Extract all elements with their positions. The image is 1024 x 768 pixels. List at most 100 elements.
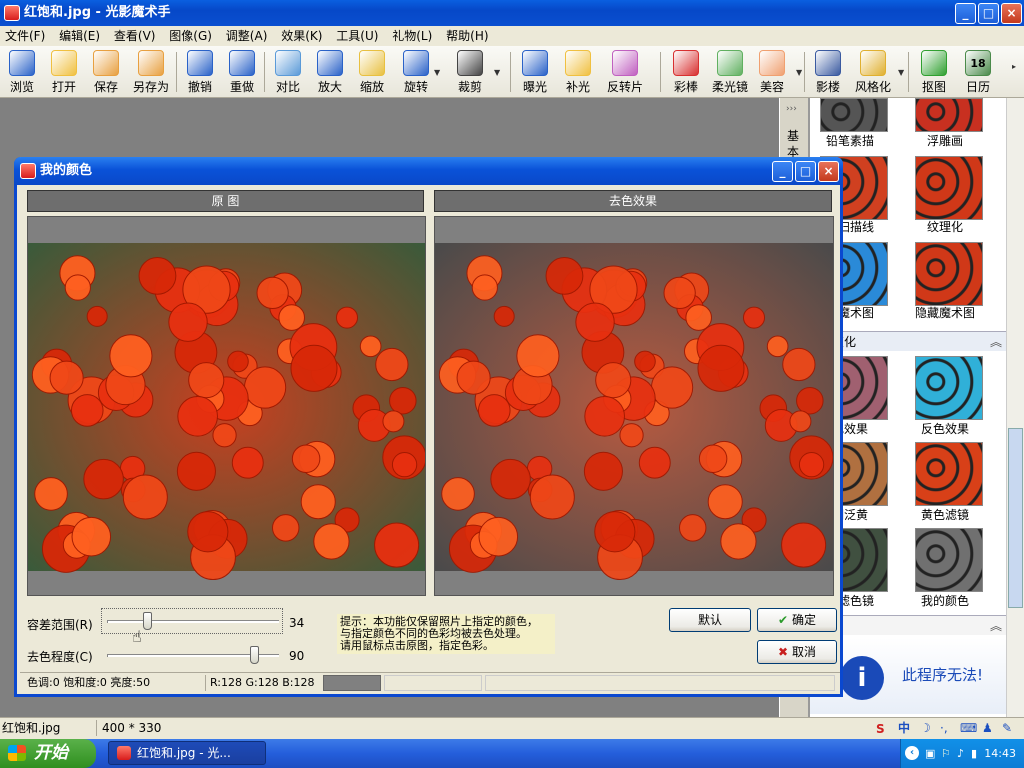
effect-thumbnail[interactable] xyxy=(915,98,983,132)
effect-thumbnail[interactable] xyxy=(915,356,983,420)
dialog-title-bar[interactable]: 我的颜色 _ □ × xyxy=(14,157,843,185)
effect-thumbnail[interactable] xyxy=(915,242,983,306)
effect-thumbnail-label[interactable]: 纹理化 xyxy=(900,218,990,235)
toolbar-button-14[interactable]: 彩棒 xyxy=(668,48,704,96)
toolbar-button-1[interactable]: 打开 xyxy=(46,48,82,96)
scroll-thumb[interactable] xyxy=(1008,428,1023,608)
taskbar-app-item[interactable]: 红饱和.jpg - 光... xyxy=(108,741,266,765)
effect-thumbnail[interactable] xyxy=(915,156,983,220)
menu-edit[interactable]: 编辑(E) xyxy=(54,26,105,46)
toolbar-button-2[interactable]: 保存 xyxy=(88,48,124,96)
toolbar-button-20[interactable]: 18 日历 xyxy=(958,48,998,96)
toolbar-button-8[interactable]: 缩放 xyxy=(354,48,390,96)
tray-network-icon[interactable]: ▣ xyxy=(925,739,935,768)
ime-logo-icon[interactable]: S xyxy=(876,719,885,739)
taskbar: 开始 红饱和.jpg - 光... ‹ ▣ ⚐ ♪ ▮ 14:43 xyxy=(0,739,1024,768)
menu-file[interactable]: 文件(F) xyxy=(0,26,50,46)
side-tab-basic[interactable]: 基本 xyxy=(787,128,803,160)
toolbar-button-12[interactable]: 补光 xyxy=(560,48,596,96)
hint-box: 提示：本功能仅保留照片上指定的颜色， 与指定颜色不同的色彩均被去色处理。 请用鼠… xyxy=(337,614,555,654)
ime-keyboard-icon[interactable]: ⌨ xyxy=(960,718,977,738)
effect-thumbnail[interactable] xyxy=(915,528,983,592)
toolbar-button-4[interactable]: 撤销 xyxy=(182,48,218,96)
minimize-button[interactable]: _ xyxy=(955,3,976,24)
status-hsl: 色调:0 饱和度:0 亮度:50 xyxy=(27,676,151,689)
desaturate-slider-thumb[interactable] xyxy=(249,646,259,664)
tolerance-slider-thumb[interactable] xyxy=(143,612,153,630)
menu-effects[interactable]: 效果(K) xyxy=(276,26,327,46)
toolbar-button-0[interactable]: 浏览 xyxy=(4,48,40,96)
ok-button[interactable]: ✔ 确定 xyxy=(757,608,837,632)
tray-signal-icon[interactable]: ▮ xyxy=(971,739,977,768)
menu-gifts[interactable]: 礼物(L) xyxy=(387,26,437,46)
dialog-close-button[interactable]: × xyxy=(818,161,839,182)
toolbar-button-13[interactable]: 反转片 xyxy=(602,48,648,96)
dialog-minimize-button[interactable]: _ xyxy=(772,161,793,182)
app-title-bar[interactable]: 红饱和.jpg - 光影魔术手 _ □ × xyxy=(0,0,1024,26)
menu-help[interactable]: 帮助(H) xyxy=(441,26,493,46)
toolbar-button-16[interactable]: 美容 xyxy=(754,48,790,96)
menu-image[interactable]: 图像(G) xyxy=(164,26,217,46)
effect-thumbnail-label[interactable]: 浮雕画 xyxy=(900,132,990,149)
flower-blossom xyxy=(583,451,623,491)
flower-blossom xyxy=(231,446,264,479)
expand-arrows-icon[interactable]: ››› xyxy=(786,104,797,114)
effect-photo xyxy=(435,243,833,581)
start-button[interactable]: 开始 xyxy=(0,739,96,768)
default-button[interactable]: 默认 xyxy=(669,608,751,632)
dropdown-arrow-icon[interactable]: ▼ xyxy=(898,68,904,77)
dialog-maximize-button[interactable]: □ xyxy=(795,161,816,182)
toolbar-button-5[interactable]: 重做 xyxy=(224,48,260,96)
toolbar-more-icon[interactable]: ▸ xyxy=(1012,62,1016,71)
toolbar-button-11[interactable]: 曝光 xyxy=(516,48,554,96)
original-photo[interactable] xyxy=(28,217,426,596)
picked-color-swatch xyxy=(323,675,381,691)
toolbar-button-label: 影楼 xyxy=(815,80,840,94)
flower-blossom xyxy=(389,386,417,415)
toolbar-button-18[interactable]: 风格化 xyxy=(850,48,896,96)
ime-punct-icon[interactable]: ·, xyxy=(940,718,948,738)
toolbar-button-15[interactable]: 柔光镜 xyxy=(710,48,750,96)
flower-blossom xyxy=(707,484,743,520)
tray-security-icon[interactable]: ⚐ xyxy=(941,739,951,768)
toolbar-button-17[interactable]: 影楼 xyxy=(810,48,846,96)
ime-chinese-mode[interactable]: 中 xyxy=(898,718,910,738)
tray-expand-icon[interactable]: ‹ xyxy=(905,746,919,760)
effect-thumbnail-label[interactable]: 隐藏魔术图 xyxy=(900,304,990,321)
effects-panel-scrollbar[interactable] xyxy=(1006,98,1024,717)
menu-adjust[interactable]: 调整(A) xyxy=(221,26,273,46)
effect-thumbnail-label[interactable]: 反色效果 xyxy=(900,420,990,437)
flower-blossom xyxy=(227,350,249,373)
effect-thumbnail-label[interactable]: 我的颜色 xyxy=(900,592,990,609)
toolbar-button-7[interactable]: 放大 xyxy=(312,48,348,96)
toolbar-button-19[interactable]: 抠图 xyxy=(914,48,954,96)
dropdown-arrow-icon[interactable]: ▼ xyxy=(796,68,802,77)
toolbar-button-9[interactable]: 旋转 xyxy=(398,48,434,96)
maximize-button[interactable]: □ xyxy=(978,3,999,24)
close-button[interactable]: × xyxy=(1001,3,1022,24)
status-empty-cell xyxy=(384,675,482,691)
toolbar-button-6[interactable]: 对比 xyxy=(270,48,306,96)
toolbar-button-label: 曝光 xyxy=(522,80,547,94)
toolbar-button-label: 风格化 xyxy=(854,80,891,94)
collapse-icon[interactable]: ︽ xyxy=(990,616,1002,636)
tray-volume-icon[interactable]: ♪ xyxy=(957,739,964,768)
ime-moon-icon[interactable]: ☽ xyxy=(920,718,931,738)
ime-user-icon[interactable]: ♟ xyxy=(982,718,993,738)
resize-icon xyxy=(359,50,385,76)
effect-thumbnail[interactable] xyxy=(820,98,888,132)
cancel-button[interactable]: ✖ 取消 xyxy=(757,640,837,664)
effect-thumbnail-label[interactable]: 黄色滤镜 xyxy=(900,506,990,523)
toolbar-button-3[interactable]: 另存为 xyxy=(128,48,174,96)
menu-view[interactable]: 查看(V) xyxy=(109,26,161,46)
ime-settings-icon[interactable]: ✎ xyxy=(1002,718,1012,738)
tolerance-slider-track[interactable] xyxy=(107,620,279,623)
collapse-icon[interactable]: ︽ xyxy=(990,332,1002,352)
original-image-pane[interactable] xyxy=(27,216,426,596)
menu-tools[interactable]: 工具(U) xyxy=(331,26,383,46)
effect-thumbnail-label[interactable]: 铅笔素描 xyxy=(805,132,895,149)
dropdown-arrow-icon[interactable]: ▼ xyxy=(494,68,500,77)
effect-thumbnail[interactable] xyxy=(915,442,983,506)
toolbar-button-10[interactable]: 裁剪 xyxy=(452,48,488,96)
dropdown-arrow-icon[interactable]: ▼ xyxy=(434,68,440,77)
